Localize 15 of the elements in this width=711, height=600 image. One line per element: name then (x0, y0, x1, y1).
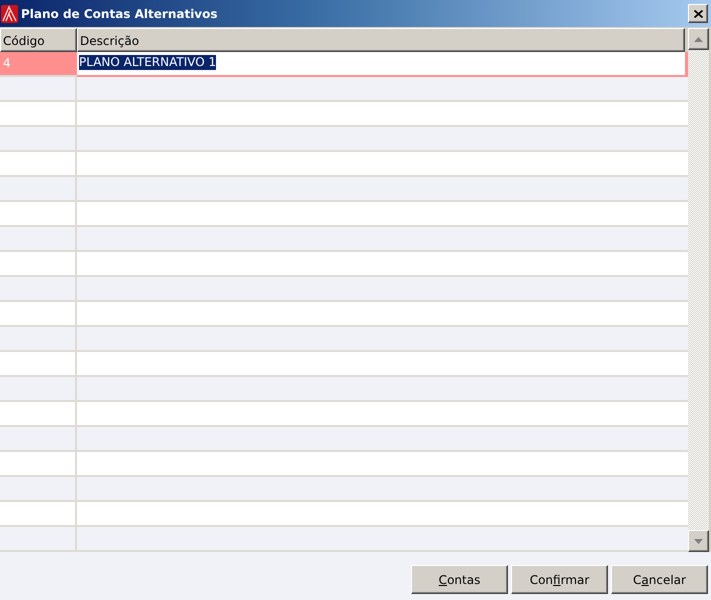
column-header[interactable]: Descrição (77, 28, 685, 52)
cell-edit-field[interactable]: PLANO ALTERNATIVO 1 (77, 52, 688, 77)
scroll-up-button[interactable] (688, 28, 709, 50)
caret-down-icon (694, 538, 703, 544)
dialog-button[interactable]: Contas (411, 565, 508, 594)
app-icon (1, 4, 18, 22)
window-title: Plano de Contas Alternativos (21, 6, 218, 20)
close-button[interactable] (688, 4, 708, 23)
dialog-button[interactable]: Confirmar (511, 565, 608, 594)
dialog-button[interactable]: Cancelar (611, 565, 708, 594)
table-cell: 4 (0, 52, 77, 75)
column-header[interactable]: Código (0, 28, 77, 52)
scroll-down-button[interactable] (688, 530, 709, 552)
caret-up-icon (694, 36, 703, 42)
close-icon (694, 10, 702, 18)
